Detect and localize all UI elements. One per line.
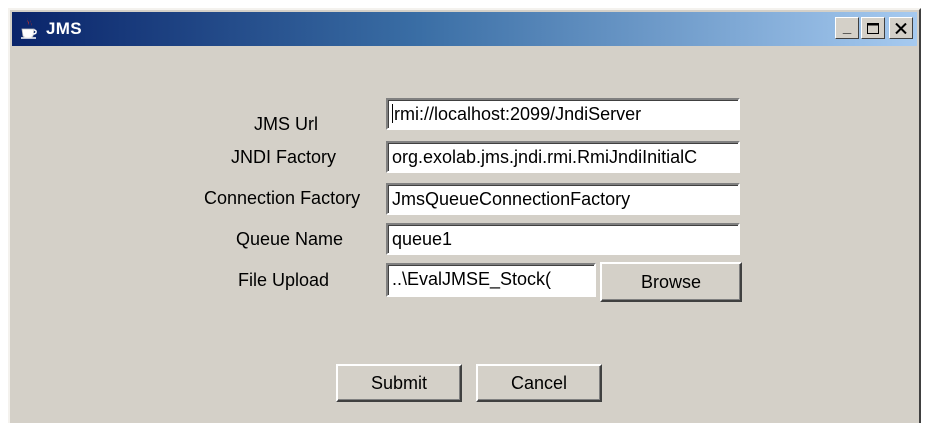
queue-name-field[interactable]: queue1 xyxy=(386,223,740,255)
jms-window: JMS _ JMS Url rmi://localhost:2099/JndiS… xyxy=(8,8,921,423)
text-cursor xyxy=(392,104,393,123)
maximize-button[interactable] xyxy=(861,17,885,39)
connection-factory-label: Connection Factory xyxy=(204,188,361,208)
file-upload-label: File Upload xyxy=(238,270,330,290)
browse-button[interactable]: Browse xyxy=(600,262,742,302)
jms-url-value: rmi://localhost:2099/JndiServer xyxy=(394,104,642,124)
jms-url-field[interactable]: rmi://localhost:2099/JndiServer xyxy=(386,98,740,130)
queue-name-label: Queue Name xyxy=(236,229,344,249)
minimize-button[interactable]: _ xyxy=(835,17,859,39)
jms-url-label: JMS Url xyxy=(254,114,318,134)
file-upload-value: ..\EvalJMSE_Stock( xyxy=(392,269,552,289)
window-title: JMS xyxy=(46,19,82,38)
submit-button[interactable]: Submit xyxy=(336,364,462,402)
queue-name-value: queue1 xyxy=(392,229,453,249)
file-upload-field[interactable]: ..\EvalJMSE_Stock( xyxy=(386,263,596,297)
jndi-factory-label: JNDI Factory xyxy=(231,147,337,167)
jndi-factory-field[interactable]: org.exolab.jms.jndi.rmi.RmiJndiInitialC xyxy=(386,141,740,173)
close-button[interactable] xyxy=(889,17,913,39)
connection-factory-value: JmsQueueConnectionFactory xyxy=(392,189,631,209)
java-coffee-cup-icon xyxy=(18,16,40,42)
cancel-button[interactable]: Cancel xyxy=(476,364,602,402)
window-controls: _ xyxy=(833,17,913,39)
maximize-icon xyxy=(867,22,879,34)
jndi-factory-value: org.exolab.jms.jndi.rmi.RmiJndiInitialC xyxy=(392,147,698,167)
title-bar[interactable]: JMS _ xyxy=(12,12,917,46)
close-icon xyxy=(895,22,907,34)
connection-factory-field[interactable]: JmsQueueConnectionFactory xyxy=(386,183,740,215)
